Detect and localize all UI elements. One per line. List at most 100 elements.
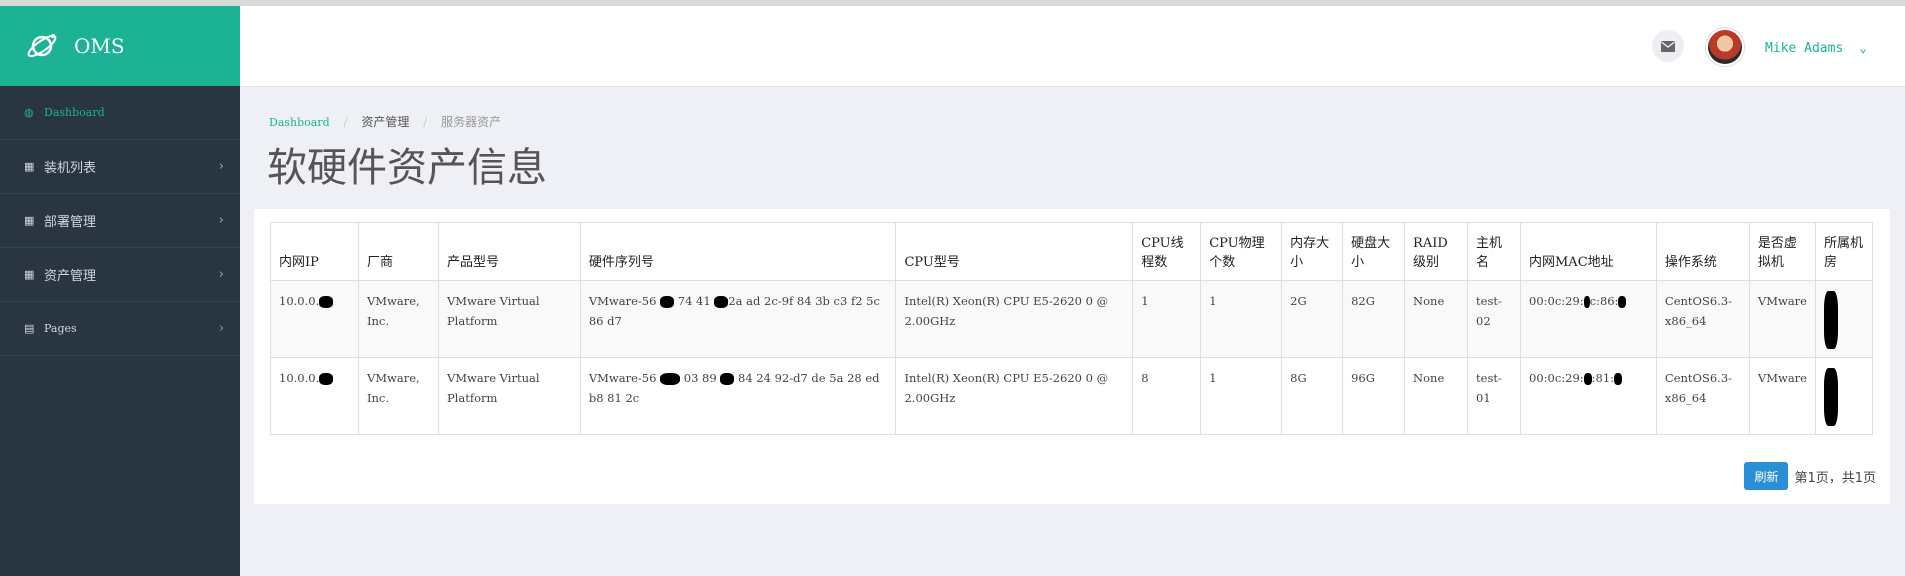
sidebar-item-deploy[interactable]: ▦ 部署管理 › (0, 194, 240, 248)
col-header: 硬盘大小 (1342, 222, 1406, 281)
chevron-right-icon: › (218, 267, 224, 282)
app-name: OMS (74, 34, 125, 58)
redaction-mark (714, 296, 729, 308)
cell-room (1814, 357, 1874, 435)
cell-disk: 96G (1342, 357, 1406, 435)
table-icon: ▦ (24, 160, 35, 173)
table-row: 10.0.0. VMware, Inc. VMware Virtual Plat… (270, 357, 1874, 435)
cell-model: VMware Virtual Platform (437, 280, 581, 358)
cell-is-vm: VMware (1748, 280, 1816, 358)
col-header: CPU物理个数 (1200, 222, 1283, 281)
redaction-mark (1583, 373, 1592, 385)
cell-raid: None (1404, 357, 1469, 435)
sidebar-item-label: 装机列表 (44, 161, 97, 176)
table-row: 10.0.0. VMware, Inc. VMware Virtual Plat… (270, 280, 1874, 358)
col-header: 硬件序列号 (579, 222, 897, 281)
cell-cpu-threads: 1 (1132, 280, 1202, 358)
cell-os: CentOS6.3-x86_64 (1655, 357, 1750, 435)
breadcrumb-separator: / (343, 115, 348, 129)
table-icon: ▦ (24, 268, 35, 281)
username: Mike Adams (1765, 41, 1844, 56)
sidebar: OMS ◍ Dashboard ▦ 装机列表 › ▦ 部署管理 › ▦ 资产管理… (0, 6, 240, 576)
cell-model: VMware Virtual Platform (437, 357, 581, 435)
redaction-mark (720, 373, 735, 385)
redaction-mark (319, 373, 334, 385)
col-header: 厂商 (357, 222, 439, 281)
col-header: 操作系统 (1655, 222, 1750, 281)
refresh-button[interactable]: 刷新 (1744, 462, 1789, 490)
redaction-mark (1823, 291, 1838, 349)
col-header: 内网IP (270, 222, 359, 281)
sidebar-item-label: 部署管理 (44, 215, 97, 230)
cell-room (1814, 280, 1874, 358)
redaction-mark (319, 296, 334, 308)
chevron-right-icon: › (218, 213, 224, 228)
envelope-icon (1661, 40, 1675, 52)
asset-table: 内网IP 厂商 产品型号 硬件序列号 CPU型号 CPU线程数 CPU物理个数 … (270, 222, 1874, 435)
cell-hostname: test-02 (1467, 280, 1521, 358)
cell-cpu-threads: 8 (1132, 357, 1202, 435)
avatar[interactable] (1706, 28, 1744, 66)
col-header: CPU型号 (895, 222, 1134, 281)
sidebar-item-label: 资产管理 (44, 269, 97, 284)
cell-vendor: VMware, Inc. (357, 357, 439, 435)
sidebar-item-label: Pages (44, 322, 77, 335)
redaction-mark (660, 296, 675, 308)
col-header: 产品型号 (437, 222, 581, 281)
sidebar-item-install-list[interactable]: ▦ 装机列表 › (0, 140, 240, 194)
breadcrumb-assets[interactable]: 资产管理 (361, 115, 409, 129)
col-header: CPU线程数 (1132, 222, 1202, 281)
sidebar-item-pages[interactable]: ▤ Pages › (0, 302, 240, 356)
breadcrumb-current: 服务器资产 (441, 115, 502, 129)
chevron-down-icon: ⌄ (1859, 41, 1867, 56)
cell-mac: 00:0c:29: c:86: (1520, 280, 1657, 358)
redaction-mark (660, 373, 681, 385)
cell-is-vm: VMware (1748, 357, 1816, 435)
col-header: 内存大小 (1281, 222, 1344, 281)
table-footer: 刷新 第1页，共1页 (1744, 462, 1876, 490)
cell-ip: 10.0.0. (270, 280, 359, 358)
cell-mac: 00:0c:29::81: (1520, 357, 1657, 435)
cell-ip: 10.0.0. (270, 357, 359, 435)
cell-cpu-model: Intel(R) Xeon(R) CPU E5-2620 0 @ 2.00GHz (895, 280, 1134, 358)
col-header: 内网MAC地址 (1520, 222, 1657, 281)
cell-memory: 8G (1281, 357, 1344, 435)
cell-os: CentOS6.3-x86_64 (1655, 280, 1750, 358)
planet-logo-icon (27, 34, 57, 58)
chevron-right-icon: › (218, 159, 224, 174)
cell-raid: None (1404, 280, 1469, 358)
table-header-row: 内网IP 厂商 产品型号 硬件序列号 CPU型号 CPU线程数 CPU物理个数 … (270, 222, 1874, 281)
sidebar-item-label: Dashboard (44, 106, 105, 119)
file-icon: ▤ (24, 322, 35, 335)
top-header: Mike Adams ⌄ (240, 6, 1905, 87)
col-header: 所属机房 (1814, 222, 1874, 281)
redaction-mark (1614, 373, 1623, 385)
breadcrumb-separator: / (423, 115, 428, 129)
breadcrumb-dashboard[interactable]: Dashboard (269, 116, 330, 129)
user-menu[interactable]: Mike Adams ⌄ (1765, 41, 1867, 56)
col-header: RAID级别 (1404, 222, 1469, 281)
cell-cpu-physical: 1 (1200, 280, 1283, 358)
brand[interactable]: OMS (0, 6, 240, 86)
page-title: 软硬件资产信息 (267, 145, 547, 191)
cell-serial: VMware-56 74 41 2a ad 2c-9f 84 3b c3 f2 … (579, 280, 897, 358)
sidebar-item-assets[interactable]: ▦ 资产管理 › (0, 248, 240, 302)
cell-disk: 82G (1342, 280, 1406, 358)
cell-hostname: test-01 (1467, 357, 1521, 435)
table-icon: ▦ (24, 214, 35, 227)
col-header: 主机名 (1467, 222, 1521, 281)
cell-serial: VMware-56 03 89 84 24 92-d7 de 5a 28 ed … (579, 357, 897, 435)
cell-memory: 2G (1281, 280, 1344, 358)
mail-button[interactable] (1652, 30, 1684, 62)
col-header: 是否虚拟机 (1748, 222, 1816, 281)
sidebar-item-dashboard[interactable]: ◍ Dashboard (0, 86, 240, 140)
breadcrumb: Dashboard / 资产管理 / 服务器资产 (269, 113, 501, 130)
redaction-mark (1618, 296, 1627, 308)
pager-text: 第1页，共1页 (1794, 470, 1876, 486)
asset-panel: 内网IP 厂商 产品型号 硬件序列号 CPU型号 CPU线程数 CPU物理个数 … (254, 209, 1890, 504)
chevron-right-icon: › (218, 321, 224, 336)
cell-cpu-physical: 1 (1200, 357, 1283, 435)
dashboard-icon: ◍ (24, 106, 34, 119)
cell-vendor: VMware, Inc. (357, 280, 439, 358)
redaction-mark (1823, 368, 1838, 426)
